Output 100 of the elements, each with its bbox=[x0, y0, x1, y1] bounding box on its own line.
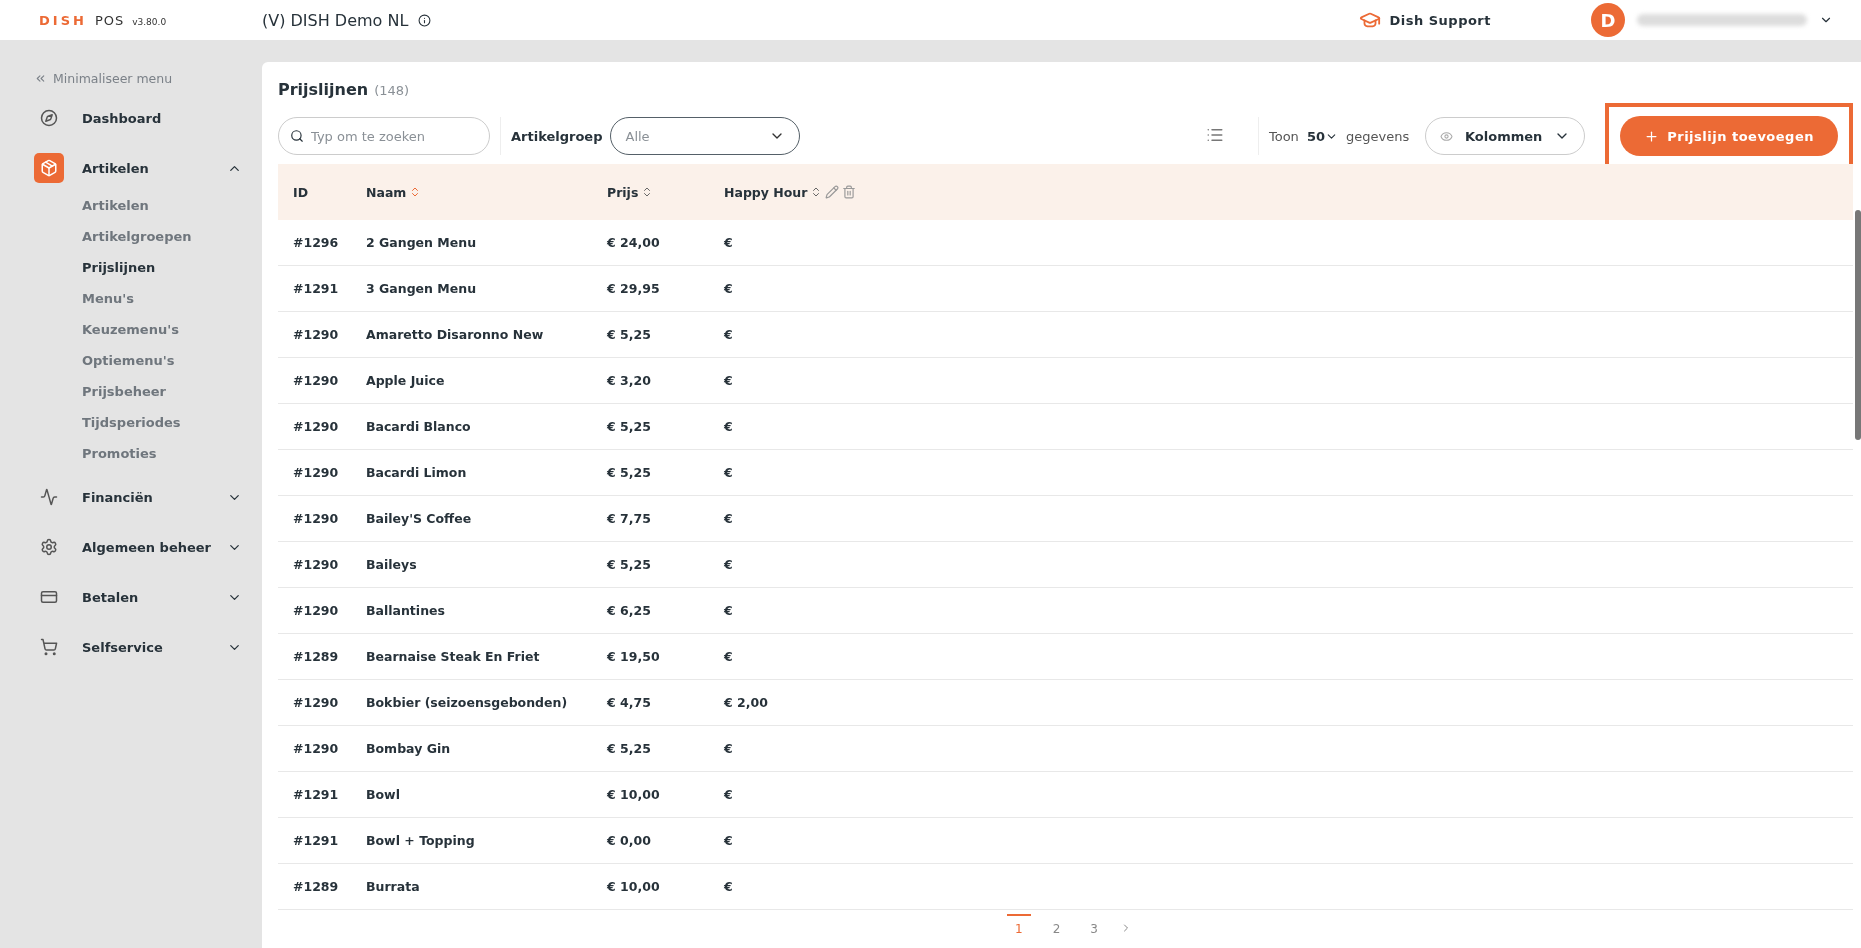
scrollbar-thumb[interactable] bbox=[1855, 210, 1861, 440]
submenu-item[interactable]: Artikelgroepen bbox=[34, 221, 262, 252]
support-link[interactable]: Dish Support bbox=[1389, 12, 1491, 28]
table-cell-text: Bacardi Blanco bbox=[365, 419, 472, 434]
table-cell-text: € 19,50 bbox=[606, 649, 661, 664]
table-cell-text: € 5,25 bbox=[606, 557, 652, 572]
table-cell-text: Baileys bbox=[365, 557, 418, 572]
pencil-icon[interactable] bbox=[825, 185, 840, 199]
table-cell-text: € 2,00 bbox=[723, 695, 769, 710]
page-title: Prijslijnen bbox=[278, 80, 369, 99]
page-size-select[interactable]: 50 bbox=[1306, 128, 1338, 144]
table-cell-text: € bbox=[723, 373, 734, 388]
sidebar-item[interactable]: Dashboard bbox=[34, 96, 262, 140]
table-cell-text: #1290 bbox=[292, 741, 340, 756]
submenu-item[interactable]: Prijsbeheer bbox=[34, 376, 262, 407]
table-cell-text: € bbox=[723, 419, 734, 434]
table-cell-text: #1291 bbox=[292, 281, 340, 296]
collapse-menu-link[interactable]: Minimaliseer menu bbox=[34, 66, 262, 90]
show-label: Toon bbox=[1269, 128, 1299, 144]
table-cell-text: € 5,25 bbox=[606, 465, 652, 480]
table-cell-text: Apple Juice bbox=[365, 373, 446, 388]
table-cell-text: € bbox=[723, 649, 734, 664]
submenu-item[interactable]: Optiemenu's bbox=[34, 345, 262, 376]
table-cell-text: #1290 bbox=[292, 373, 340, 388]
table-cell-text: Bowl bbox=[365, 787, 401, 802]
add-price-line-button[interactable]: Prijslijn toevoegen bbox=[1620, 116, 1838, 156]
table-cell-text: Ballantines bbox=[365, 603, 446, 618]
table-cell-text: € bbox=[723, 787, 734, 802]
table-cell-text: #1289 bbox=[292, 649, 340, 664]
records-label: gegevens bbox=[1345, 128, 1410, 144]
table-cell-text: Bowl + Topping bbox=[365, 833, 476, 848]
info-icon[interactable] bbox=[418, 13, 432, 27]
table-cell-text: € bbox=[723, 511, 734, 526]
table-cell-text: € 24,00 bbox=[606, 235, 661, 250]
sidebar-item[interactable]: Selfservice bbox=[34, 625, 262, 669]
table-cell-text: € 0,00 bbox=[606, 833, 652, 848]
table-cell-text: #1289 bbox=[292, 879, 340, 894]
table-cell-text: € bbox=[723, 833, 734, 848]
page-button[interactable]: 3 bbox=[1082, 914, 1106, 938]
sidebar-item[interactable]: Betalen bbox=[34, 575, 262, 619]
table-cell-text: Bokbier (seizoensgebonden) bbox=[365, 695, 569, 710]
table-cell-text: #1290 bbox=[292, 695, 340, 710]
sidebar-item[interactable]: Financiën bbox=[34, 475, 262, 519]
table-cell-text: € 4,75 bbox=[606, 695, 652, 710]
table-cell-text: Bearnaise Steak En Friet bbox=[365, 649, 541, 664]
sidebar-item[interactable]: Artikelen bbox=[34, 146, 262, 190]
table-cell-text: € 3,20 bbox=[606, 373, 652, 388]
filter-label: Artikelgroep bbox=[511, 128, 603, 144]
table-cell-text: € bbox=[723, 327, 734, 342]
columns-button[interactable]: Kolommen bbox=[1425, 117, 1586, 155]
table-cell-text: #1291 bbox=[292, 787, 340, 802]
sidebar-item[interactable]: Algemeen beheer bbox=[34, 525, 262, 569]
table-cell-text: #1296 bbox=[292, 235, 340, 250]
table-cell-text: Bombay Gin bbox=[365, 741, 452, 756]
table-cell-text: € 10,00 bbox=[606, 879, 661, 894]
table-cell-text: 3 Gangen Menu bbox=[365, 281, 478, 296]
table-cell-text: #1290 bbox=[292, 511, 340, 526]
table-cell-text: Amaretto Disaronno New bbox=[365, 327, 545, 342]
submenu-item[interactable]: Prijslijnen bbox=[34, 252, 262, 283]
column-header[interactable]: Happy Hour bbox=[724, 184, 808, 200]
delete-icon[interactable] bbox=[842, 185, 857, 199]
user-avatar[interactable]: D bbox=[1591, 3, 1625, 37]
table-cell-text: Burrata bbox=[365, 879, 421, 894]
search-field[interactable]: Typ om te zoeken bbox=[278, 117, 490, 155]
record-count: (148) bbox=[374, 83, 410, 98]
page-button[interactable]: 2 bbox=[1044, 914, 1069, 938]
table-cell-text: #1290 bbox=[292, 327, 340, 342]
plus-icon bbox=[1644, 128, 1660, 144]
eye-icon bbox=[1440, 129, 1454, 143]
table-cell-text: € 5,25 bbox=[606, 419, 652, 434]
column-header: ID bbox=[293, 184, 309, 200]
submenu-item[interactable]: Promoties bbox=[34, 438, 262, 469]
version-label: v3.80.0 bbox=[132, 16, 167, 27]
table-cell-text: € 6,25 bbox=[606, 603, 652, 618]
table-cell-text: € bbox=[723, 281, 734, 296]
item-group-select[interactable]: Alle bbox=[610, 117, 801, 155]
submenu-item[interactable]: Keuzemenu's bbox=[34, 314, 262, 345]
table-cell-text: #1290 bbox=[292, 419, 340, 434]
brand-logo: DISH bbox=[39, 12, 87, 28]
submenu-item[interactable]: Artikelen bbox=[34, 190, 262, 221]
table-cell-text: #1291 bbox=[292, 833, 340, 848]
table-cell-text: #1290 bbox=[292, 603, 340, 618]
table-cell-text: € bbox=[723, 741, 734, 756]
table-cell-text: #1290 bbox=[292, 557, 340, 572]
page-button[interactable]: 1 bbox=[1007, 914, 1031, 938]
submenu-item[interactable]: Menu's bbox=[34, 283, 262, 314]
submenu-item[interactable]: Tijdsperiodes bbox=[34, 407, 262, 438]
table-cell-text: € bbox=[723, 603, 734, 618]
table-cell-text: € 29,95 bbox=[606, 281, 661, 296]
table-cell-text: € bbox=[723, 465, 734, 480]
brand-name: POS bbox=[94, 12, 125, 28]
venue-title: (V) DISH Demo NL bbox=[262, 10, 409, 30]
table-cell-text: € bbox=[723, 235, 734, 250]
column-header[interactable]: Naam bbox=[366, 184, 407, 200]
column-header[interactable]: Prijs bbox=[607, 184, 639, 200]
table-cell-text: € 5,25 bbox=[606, 741, 652, 756]
table-cell-text: 2 Gangen Menu bbox=[365, 235, 478, 250]
search-icon bbox=[290, 129, 304, 143]
table-cell-text: € 5,25 bbox=[606, 327, 652, 342]
table-cell-text: € bbox=[723, 879, 734, 894]
